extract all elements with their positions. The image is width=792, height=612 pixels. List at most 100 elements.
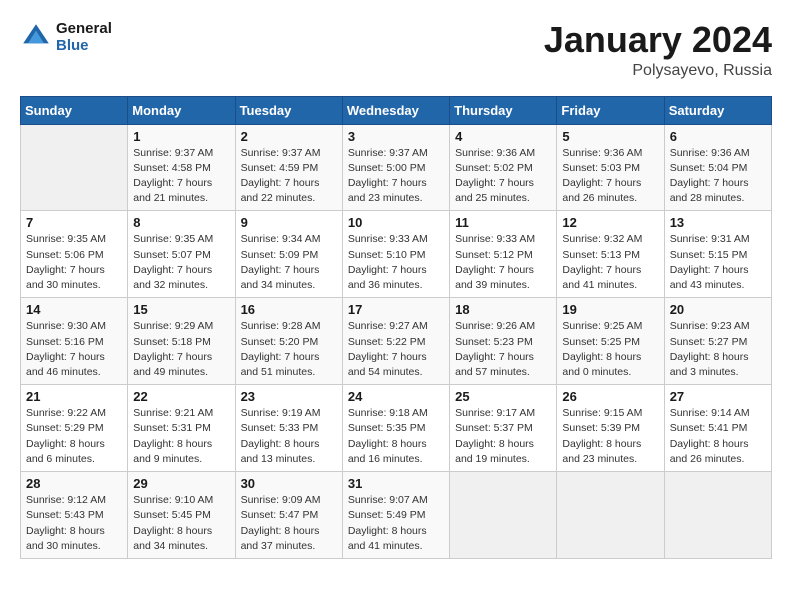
- logo-icon: [20, 21, 52, 53]
- day-number: 1: [133, 129, 229, 144]
- day-info: Sunrise: 9:14 AMSunset: 5:41 PMDaylight:…: [670, 406, 766, 467]
- day-info: Sunrise: 9:25 AMSunset: 5:25 PMDaylight:…: [562, 319, 658, 380]
- calendar-cell: 28 Sunrise: 9:12 AMSunset: 5:43 PMDayligh…: [21, 472, 128, 559]
- day-number: 30: [241, 476, 337, 491]
- page-header: General Blue January 2024 Polysayevo, Ru…: [20, 20, 772, 80]
- calendar-cell: 9 Sunrise: 9:34 AMSunset: 5:09 PMDaylight…: [235, 211, 342, 298]
- day-number: 9: [241, 215, 337, 230]
- calendar-cell: 19 Sunrise: 9:25 AMSunset: 5:25 PMDayligh…: [557, 298, 664, 385]
- calendar-week-row: 14Sunrise: 9:30 AMSunset: 5:16 PMDayligh…: [21, 298, 772, 385]
- day-info: Sunrise: 9:17 AMSunset: 5:37 PMDaylight:…: [455, 406, 551, 467]
- day-info: Sunrise: 9:31 AMSunset: 5:15 PMDaylight:…: [670, 232, 766, 293]
- calendar-cell: 11Sunrise: 9:33 AMSunset: 5:12 PMDayligh…: [450, 211, 557, 298]
- day-number: 13: [670, 215, 766, 230]
- weekday-header: Thursday: [450, 96, 557, 124]
- day-info: Sunrise: 9:35 AMSunset: 5:06 PMDaylight:…: [26, 232, 122, 293]
- day-number: 20: [670, 302, 766, 317]
- day-number: 23: [241, 389, 337, 404]
- day-number: 28: [26, 476, 122, 491]
- day-number: 8: [133, 215, 229, 230]
- day-info: Sunrise: 9:37 AMSunset: 4:59 PMDaylight:…: [241, 146, 337, 207]
- day-number: 26: [562, 389, 658, 404]
- calendar-cell: 20 Sunrise: 9:23 AMSunset: 5:27 PMDayligh…: [664, 298, 771, 385]
- day-info: Sunrise: 9:23 AMSunset: 5:27 PMDaylight:…: [670, 319, 766, 380]
- calendar-cell: 1 Sunrise: 9:37 AMSunset: 4:58 PMDaylight…: [128, 124, 235, 211]
- day-number: 12: [562, 215, 658, 230]
- calendar-cell: 4 Sunrise: 9:36 AMSunset: 5:02 PMDaylight…: [450, 124, 557, 211]
- calendar-cell: 2 Sunrise: 9:37 AMSunset: 4:59 PMDaylight…: [235, 124, 342, 211]
- logo: General Blue: [20, 20, 112, 54]
- day-info: Sunrise: 9:22 AMSunset: 5:29 PMDaylight:…: [26, 406, 122, 467]
- calendar-cell: 29Sunrise: 9:10 AMSunset: 5:45 PMDayligh…: [128, 472, 235, 559]
- calendar-cell: [664, 472, 771, 559]
- day-info: Sunrise: 9:29 AMSunset: 5:18 PMDaylight:…: [133, 319, 229, 380]
- day-number: 18: [455, 302, 551, 317]
- day-info: Sunrise: 9:07 AMSunset: 5:49 PMDaylight:…: [348, 493, 444, 554]
- calendar-cell: 3 Sunrise: 9:37 AMSunset: 5:00 PMDaylight…: [342, 124, 449, 211]
- calendar-week-row: 21 Sunrise: 9:22 AMSunset: 5:29 PMDayligh…: [21, 385, 772, 472]
- calendar: SundayMondayTuesdayWednesdayThursdayFrid…: [20, 96, 772, 559]
- location: Polysayevo, Russia: [544, 62, 772, 80]
- day-info: Sunrise: 9:37 AMSunset: 4:58 PMDaylight:…: [133, 146, 229, 207]
- day-info: Sunrise: 9:18 AMSunset: 5:35 PMDaylight:…: [348, 406, 444, 467]
- day-info: Sunrise: 9:35 AMSunset: 5:07 PMDaylight:…: [133, 232, 229, 293]
- day-number: 5: [562, 129, 658, 144]
- day-info: Sunrise: 9:34 AMSunset: 5:09 PMDaylight:…: [241, 232, 337, 293]
- calendar-cell: 8 Sunrise: 9:35 AMSunset: 5:07 PMDaylight…: [128, 211, 235, 298]
- calendar-cell: 21 Sunrise: 9:22 AMSunset: 5:29 PMDayligh…: [21, 385, 128, 472]
- day-info: Sunrise: 9:09 AMSunset: 5:47 PMDaylight:…: [241, 493, 337, 554]
- calendar-cell: 10Sunrise: 9:33 AMSunset: 5:10 PMDayligh…: [342, 211, 449, 298]
- day-number: 21: [26, 389, 122, 404]
- calendar-cell: 24 Sunrise: 9:18 AMSunset: 5:35 PMDayligh…: [342, 385, 449, 472]
- calendar-cell: 26 Sunrise: 9:15 AMSunset: 5:39 PMDayligh…: [557, 385, 664, 472]
- calendar-cell: 7 Sunrise: 9:35 AMSunset: 5:06 PMDaylight…: [21, 211, 128, 298]
- day-number: 15: [133, 302, 229, 317]
- day-number: 7: [26, 215, 122, 230]
- day-number: 6: [670, 129, 766, 144]
- day-number: 3: [348, 129, 444, 144]
- calendar-cell: 5Sunrise: 9:36 AMSunset: 5:03 PMDaylight…: [557, 124, 664, 211]
- weekday-header: Wednesday: [342, 96, 449, 124]
- calendar-cell: [450, 472, 557, 559]
- day-info: Sunrise: 9:21 AMSunset: 5:31 PMDaylight:…: [133, 406, 229, 467]
- calendar-cell: 14Sunrise: 9:30 AMSunset: 5:16 PMDayligh…: [21, 298, 128, 385]
- day-number: 25: [455, 389, 551, 404]
- day-info: Sunrise: 9:27 AMSunset: 5:22 PMDaylight:…: [348, 319, 444, 380]
- calendar-cell: 16Sunrise: 9:28 AMSunset: 5:20 PMDayligh…: [235, 298, 342, 385]
- weekday-header: Tuesday: [235, 96, 342, 124]
- calendar-cell: 22Sunrise: 9:21 AMSunset: 5:31 PMDayligh…: [128, 385, 235, 472]
- calendar-cell: 13 Sunrise: 9:31 AMSunset: 5:15 PMDayligh…: [664, 211, 771, 298]
- calendar-week-row: 28 Sunrise: 9:12 AMSunset: 5:43 PMDayligh…: [21, 472, 772, 559]
- day-info: Sunrise: 9:12 AMSunset: 5:43 PMDaylight:…: [26, 493, 122, 554]
- day-info: Sunrise: 9:36 AMSunset: 5:04 PMDaylight:…: [670, 146, 766, 207]
- day-number: 24: [348, 389, 444, 404]
- calendar-cell: 27Sunrise: 9:14 AMSunset: 5:41 PMDayligh…: [664, 385, 771, 472]
- day-info: Sunrise: 9:33 AMSunset: 5:10 PMDaylight:…: [348, 232, 444, 293]
- day-info: Sunrise: 9:15 AMSunset: 5:39 PMDaylight:…: [562, 406, 658, 467]
- month-title: January 2024: [544, 20, 772, 60]
- calendar-cell: 17Sunrise: 9:27 AMSunset: 5:22 PMDayligh…: [342, 298, 449, 385]
- day-info: Sunrise: 9:32 AMSunset: 5:13 PMDaylight:…: [562, 232, 658, 293]
- calendar-cell: [21, 124, 128, 211]
- day-info: Sunrise: 9:26 AMSunset: 5:23 PMDaylight:…: [455, 319, 551, 380]
- day-info: Sunrise: 9:28 AMSunset: 5:20 PMDaylight:…: [241, 319, 337, 380]
- calendar-header-row: SundayMondayTuesdayWednesdayThursdayFrid…: [21, 96, 772, 124]
- logo-text: General Blue: [56, 20, 112, 54]
- day-info: Sunrise: 9:36 AMSunset: 5:02 PMDaylight:…: [455, 146, 551, 207]
- day-number: 14: [26, 302, 122, 317]
- day-number: 2: [241, 129, 337, 144]
- weekday-header: Sunday: [21, 96, 128, 124]
- day-number: 31: [348, 476, 444, 491]
- calendar-week-row: 7 Sunrise: 9:35 AMSunset: 5:06 PMDaylight…: [21, 211, 772, 298]
- calendar-cell: 31 Sunrise: 9:07 AMSunset: 5:49 PMDayligh…: [342, 472, 449, 559]
- calendar-cell: 15 Sunrise: 9:29 AMSunset: 5:18 PMDayligh…: [128, 298, 235, 385]
- weekday-header: Monday: [128, 96, 235, 124]
- calendar-week-row: 1 Sunrise: 9:37 AMSunset: 4:58 PMDaylight…: [21, 124, 772, 211]
- day-info: Sunrise: 9:37 AMSunset: 5:00 PMDaylight:…: [348, 146, 444, 207]
- calendar-cell: 12 Sunrise: 9:32 AMSunset: 5:13 PMDayligh…: [557, 211, 664, 298]
- calendar-cell: [557, 472, 664, 559]
- day-number: 4: [455, 129, 551, 144]
- weekday-header: Saturday: [664, 96, 771, 124]
- calendar-cell: 6 Sunrise: 9:36 AMSunset: 5:04 PMDaylight…: [664, 124, 771, 211]
- day-number: 19: [562, 302, 658, 317]
